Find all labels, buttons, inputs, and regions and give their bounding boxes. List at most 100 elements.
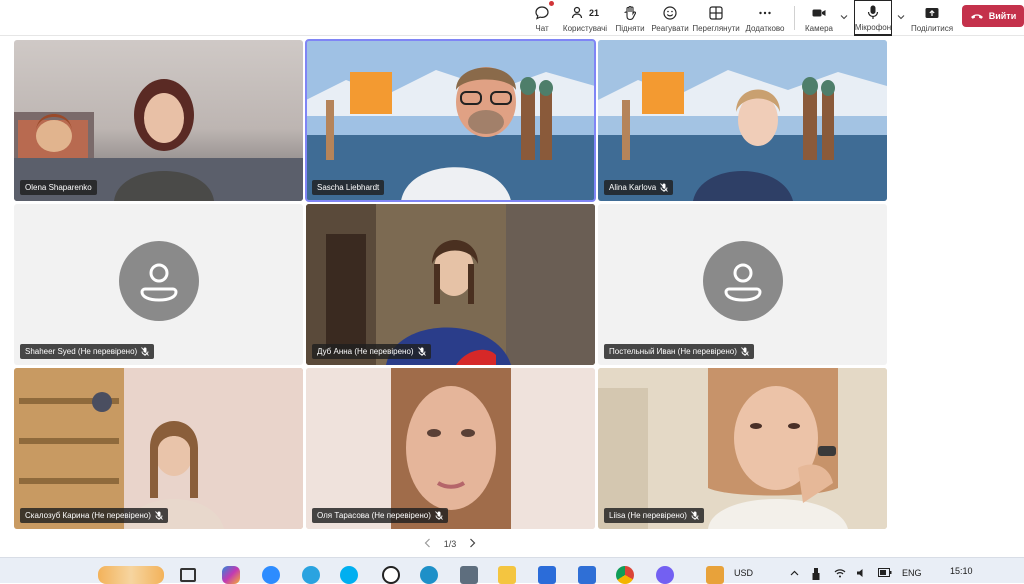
participant-name: Shaheer Syed (Не перевірено) xyxy=(25,347,138,356)
wifi-icon[interactable] xyxy=(834,568,846,580)
zoom-icon[interactable] xyxy=(262,566,280,584)
person-icon xyxy=(723,263,762,302)
meeting-toolbar: Чат 21 Користувачі Підняти Реагувати Пер… xyxy=(0,0,1024,36)
leave-label: Вийти xyxy=(988,11,1017,21)
react-button[interactable]: Реагувати xyxy=(651,0,689,36)
people-label: Користувачі xyxy=(562,23,608,33)
participant-video xyxy=(598,368,887,529)
viber-icon[interactable] xyxy=(656,566,674,584)
muted-microphone-icon xyxy=(141,347,150,356)
leave-button[interactable]: Вийти xyxy=(962,5,1024,27)
word-icon[interactable] xyxy=(578,566,596,584)
muted-microphone-icon xyxy=(691,511,699,520)
raise-hand-button[interactable]: Підняти xyxy=(614,0,646,36)
raise-hand-label: Підняти xyxy=(615,23,645,33)
chrome-icon[interactable] xyxy=(616,566,634,584)
participant-name: Sascha Liebhardt xyxy=(317,183,380,192)
participant-video xyxy=(306,204,595,365)
camera-button[interactable]: Камера xyxy=(802,0,836,36)
skype-icon[interactable] xyxy=(340,566,358,584)
more-label: Додатково xyxy=(745,23,785,33)
share-screen-icon xyxy=(924,4,940,22)
view-button[interactable]: Переглянути xyxy=(692,0,740,36)
video-grid: Olena Shaparenko Sascha Liebhardt Alina … xyxy=(0,37,1024,557)
show-hidden-icons-chevron-icon[interactable] xyxy=(790,568,799,578)
smiley-icon xyxy=(662,4,678,22)
chat-label: Чат xyxy=(535,23,549,33)
participant-video xyxy=(306,40,595,201)
currency-indicator: USD xyxy=(734,568,754,578)
avatar xyxy=(702,240,783,321)
task-view-icon[interactable] xyxy=(180,568,196,582)
camera-label: Камера xyxy=(805,23,833,33)
participant-tile[interactable]: Sascha Liebhardt xyxy=(305,39,596,202)
share-button[interactable]: Поділитися xyxy=(910,0,954,36)
participant-tile[interactable]: Скалозуб Карина (Не перевірено) xyxy=(14,368,303,529)
usb-icon[interactable] xyxy=(812,568,820,582)
next-page-chevron-icon[interactable] xyxy=(469,538,476,550)
coins-icon[interactable] xyxy=(706,566,724,584)
participant-name-tag: Дуб Анна (Не перевірено) xyxy=(312,344,431,359)
participant-name-tag: Liisa (Не перевірено) xyxy=(604,508,704,523)
chat-unread-badge xyxy=(549,1,554,6)
person-icon xyxy=(139,263,178,302)
chat-button[interactable]: Чат xyxy=(530,0,554,36)
toolbar-divider xyxy=(794,6,795,30)
edge-icon[interactable] xyxy=(420,566,438,584)
muted-microphone-icon xyxy=(660,183,668,192)
react-label: Реагувати xyxy=(651,23,689,33)
participant-tile[interactable]: Alina Karlova xyxy=(598,40,887,201)
participant-video xyxy=(14,79,303,201)
widgets-icon[interactable] xyxy=(98,566,164,584)
calculator-icon[interactable] xyxy=(460,566,478,584)
telegram-icon[interactable] xyxy=(302,566,320,584)
copilot-icon[interactable] xyxy=(222,566,240,584)
muted-microphone-icon xyxy=(741,347,749,356)
muted-microphone-icon xyxy=(435,511,443,520)
participant-name: Дуб Анна (Не перевірено) xyxy=(317,347,414,356)
participant-name-tag: Оля Тарасова (Не перевірено) xyxy=(312,508,448,523)
gallery-pager: 1/3 xyxy=(424,536,476,552)
people-button[interactable]: 21 Користувачі xyxy=(563,0,607,36)
previous-page-chevron-icon[interactable] xyxy=(424,538,431,550)
muted-microphone-icon xyxy=(417,347,426,356)
participant-name: Olena Shaparenko xyxy=(25,183,92,192)
participant-name: Liisa (Не перевірено) xyxy=(609,511,687,520)
participant-tile[interactable]: Дуб Анна (Не перевірено) xyxy=(306,204,595,365)
participant-video xyxy=(14,368,303,529)
volume-icon[interactable] xyxy=(856,568,868,580)
participant-name-tag: Sascha Liebhardt xyxy=(312,180,385,195)
more-button[interactable]: Додатково xyxy=(744,0,786,36)
raise-hand-icon xyxy=(622,4,638,22)
participant-name: Скалозуб Карина (Не перевірено) xyxy=(25,511,151,520)
windows-taskbar: USD ENG 15:10 xyxy=(0,557,1024,584)
participant-video xyxy=(598,40,887,201)
more-icon xyxy=(757,4,773,22)
grid-view-icon xyxy=(708,4,724,22)
battery-icon[interactable] xyxy=(878,568,892,579)
language-indicator[interactable]: ENG xyxy=(902,568,922,578)
participant-video xyxy=(306,368,595,529)
view-label: Переглянути xyxy=(692,23,740,33)
participant-tile[interactable]: Постельный Иван (Не перевірено) xyxy=(598,204,887,365)
camera-options-chevron-icon[interactable] xyxy=(838,10,850,24)
participant-tile[interactable]: Оля Тарасова (Не перевірено) xyxy=(306,368,595,529)
muted-microphone-icon xyxy=(155,511,163,520)
participant-name-tag: Olena Shaparenko xyxy=(20,180,97,195)
participant-tile[interactable]: Liisa (Не перевірено) xyxy=(598,368,887,529)
participant-name: Оля Тарасова (Не перевірено) xyxy=(317,511,431,520)
microphone-label: Мікрофон xyxy=(854,23,892,32)
store-icon[interactable] xyxy=(538,566,556,584)
file-explorer-icon[interactable] xyxy=(498,566,516,584)
hang-up-icon xyxy=(970,14,983,19)
video-camera-icon xyxy=(811,4,827,22)
participant-tile[interactable]: Olena Shaparenko xyxy=(14,40,303,201)
people-icon xyxy=(571,6,583,18)
microphone-button[interactable]: Мікрофон xyxy=(854,0,892,36)
avatar xyxy=(118,240,199,321)
clock-time[interactable]: 15:10 xyxy=(950,566,973,576)
participant-tile[interactable]: Shaheer Syed (Не перевірено) xyxy=(14,204,303,365)
microphone-options-chevron-icon[interactable] xyxy=(895,10,907,24)
page-indicator: 1/3 xyxy=(443,539,457,549)
sync-app-icon[interactable] xyxy=(382,566,400,584)
